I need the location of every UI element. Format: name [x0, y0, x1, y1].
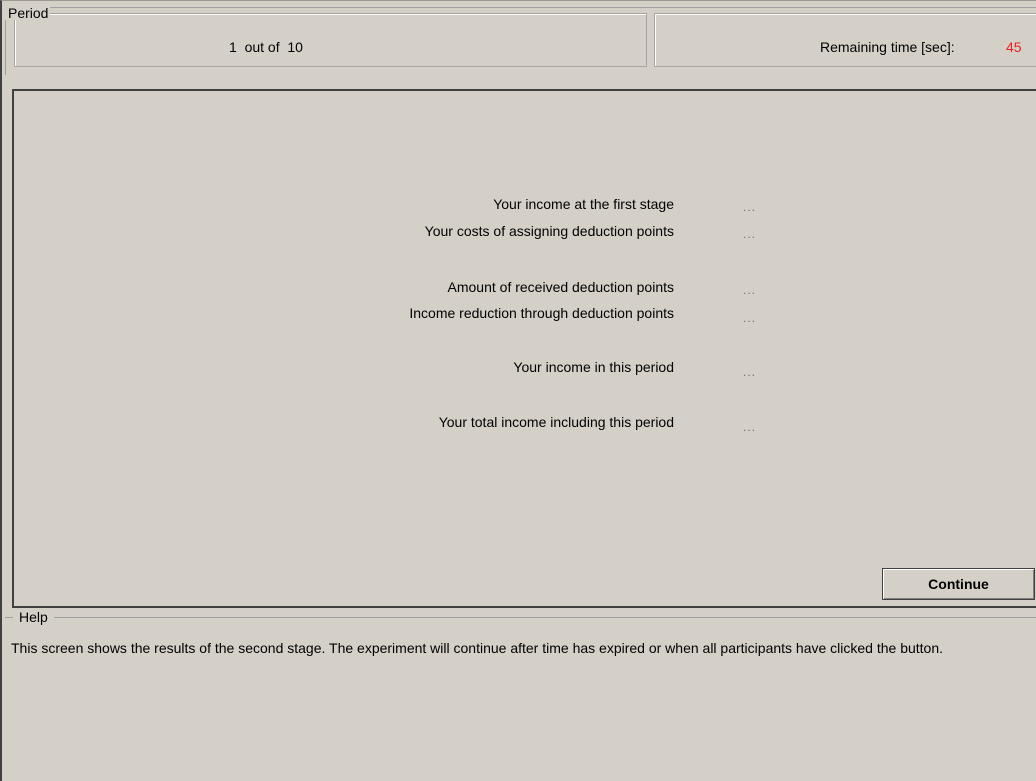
income-this-period-value: ...	[743, 365, 757, 379]
help-group-title: Help	[13, 610, 54, 624]
period-group-title: Period	[5, 6, 51, 20]
period-counter: 1 out of 10	[229, 39, 303, 55]
costs-deduction-points-label: Your costs of assigning deduction points	[424, 223, 674, 239]
continue-button[interactable]: Continue	[882, 568, 1035, 600]
results-panel	[12, 89, 1036, 608]
costs-deduction-points-value: ...	[743, 227, 757, 241]
income-reduction-value: ...	[743, 311, 757, 325]
income-reduction-label: Income reduction through deduction point…	[409, 305, 674, 321]
income-this-period-label: Your income in this period	[513, 359, 674, 375]
received-deduction-points-label: Amount of received deduction points	[447, 279, 674, 295]
experiment-window: Period 1 out of 10 Remaining time [sec]:…	[0, 0, 1036, 781]
income-first-stage-value: ...	[743, 200, 757, 214]
period-counter-cell	[14, 13, 647, 67]
total-income-value: ...	[743, 420, 757, 434]
help-text: This screen shows the results of the sec…	[11, 640, 944, 656]
income-first-stage-label: Your income at the first stage	[493, 196, 674, 212]
total-income-label: Your total income including this period	[438, 414, 674, 430]
remaining-time-label: Remaining time [sec]:	[820, 39, 955, 55]
received-deduction-points-value: ...	[743, 283, 757, 297]
remaining-time-value: 45	[1006, 39, 1022, 55]
